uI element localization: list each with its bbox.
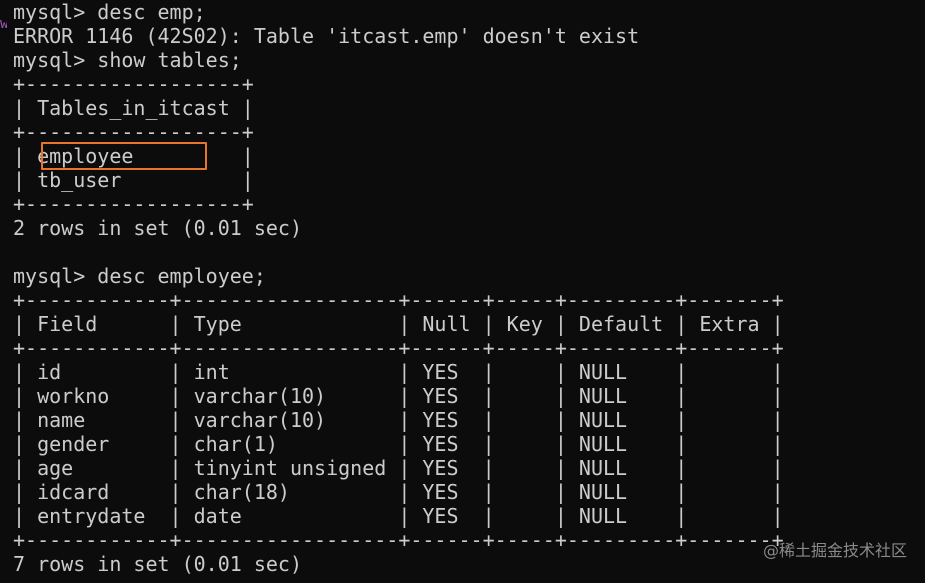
terminal-line: +------------+------------------+------+… [13, 528, 784, 552]
terminal-line: | entrydate | date | YES | | NULL | | [13, 504, 784, 528]
watermark: @稀土掘金技术社区 [762, 541, 907, 560]
terminal-line: | tb_user | [13, 168, 254, 192]
terminal-line: mysql> show tables; [13, 48, 242, 72]
terminal-line: +------------------+ [13, 72, 254, 96]
terminal-line: | name | varchar(10) | YES | | NULL | | [13, 408, 784, 432]
terminal-line: mysql> desc emp; [13, 0, 206, 24]
terminal-line: | gender | char(1) | YES | | NULL | | [13, 432, 784, 456]
terminal-line: | Field | Type | Null | Key | Default | … [13, 312, 784, 336]
terminal-line: | id | int | YES | | NULL | | [13, 360, 784, 384]
left-edge-marker: w [0, 16, 7, 32]
terminal-line: mysql> desc employee; [13, 264, 266, 288]
employee-highlight-box [41, 142, 207, 170]
terminal-line: | workno | varchar(10) | YES | | NULL | … [13, 384, 784, 408]
terminal-line: | Tables_in_itcast | [13, 96, 254, 120]
terminal-line: ERROR 1146 (42S02): Table 'itcast.emp' d… [13, 24, 640, 48]
terminal-line: +------------------+ [13, 192, 254, 216]
terminal-line: | age | tinyint unsigned | YES | | NULL … [13, 456, 784, 480]
terminal-line: 7 rows in set (0.01 sec) [13, 552, 302, 576]
terminal-line: +------------------+ [13, 120, 254, 144]
terminal-line: | idcard | char(18) | YES | | NULL | | [13, 480, 784, 504]
terminal-line: +------------+------------------+------+… [13, 288, 784, 312]
terminal-line: 2 rows in set (0.01 sec) [13, 216, 302, 240]
terminal-line: +------------+------------------+------+… [13, 336, 784, 360]
terminal-window[interactable]: mysql> desc emp; ERROR 1146 (42S02): Tab… [13, 0, 918, 583]
